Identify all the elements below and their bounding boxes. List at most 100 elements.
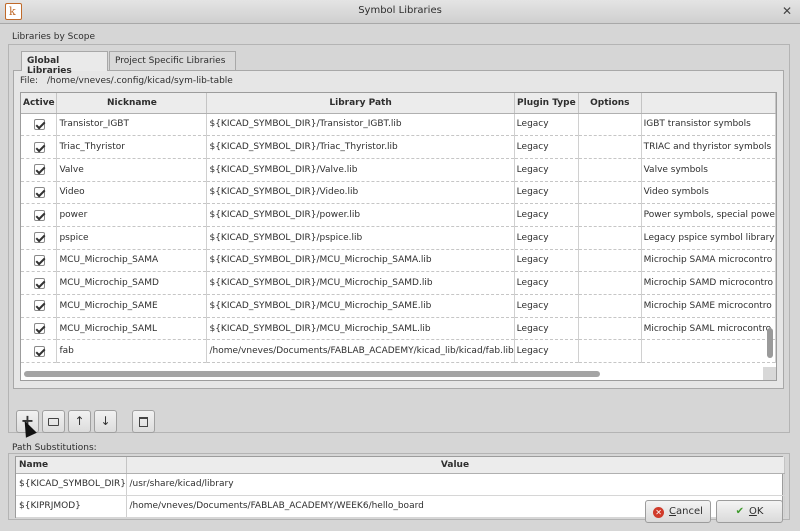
description-cell[interactable]: IGBT transistor symbols — [641, 113, 776, 137]
active-checkbox-cell[interactable] — [21, 158, 58, 182]
description-cell[interactable]: Microchip SAML microcontro — [641, 317, 776, 341]
header-options[interactable]: Options — [578, 93, 642, 114]
table-row[interactable]: power ${KICAD_SYMBOL_DIR}/power.lib Lega… — [21, 203, 776, 227]
checkbox-checked-icon[interactable] — [34, 254, 46, 266]
plugin-type-cell[interactable]: Legacy — [514, 226, 580, 250]
description-cell[interactable]: Microchip SAMA microcontro — [641, 249, 776, 273]
library-path-cell[interactable]: ${KICAD_SYMBOL_DIR}/Triac_Thyristor.lib — [206, 135, 515, 159]
nickname-cell[interactable]: pspice — [56, 226, 208, 250]
checkbox-checked-icon[interactable] — [34, 186, 46, 198]
nickname-cell[interactable]: MCU_Microchip_SAME — [56, 294, 208, 318]
checkbox-checked-icon[interactable] — [34, 232, 46, 244]
horizontal-scroll-thumb[interactable] — [24, 371, 600, 377]
options-cell[interactable] — [578, 181, 642, 205]
checkbox-checked-icon[interactable] — [34, 118, 46, 130]
options-cell[interactable] — [578, 339, 642, 364]
library-table-vertical-scrollbar[interactable] — [765, 93, 775, 367]
table-row[interactable]: MCU_Microchip_SAMD ${KICAD_SYMBOL_DIR}/M… — [21, 271, 776, 295]
library-path-cell[interactable]: ${KICAD_SYMBOL_DIR}/MCU_Microchip_SAMD.l… — [206, 271, 515, 295]
checkbox-checked-icon[interactable] — [34, 277, 46, 289]
ok-button[interactable]: ✔ OK — [716, 500, 783, 523]
library-path-cell[interactable]: ${KICAD_SYMBOL_DIR}/Transistor_IGBT.lib — [206, 113, 515, 137]
table-row[interactable]: ${KICAD_SYMBOL_DIR} /usr/share/kicad/lib… — [16, 473, 785, 496]
nickname-cell[interactable]: MCU_Microchip_SAMA — [56, 249, 208, 273]
checkbox-checked-icon[interactable] — [34, 300, 46, 312]
active-checkbox-cell[interactable] — [21, 249, 58, 273]
description-cell[interactable]: Video symbols — [641, 181, 776, 205]
checkbox-checked-icon[interactable] — [34, 209, 46, 221]
plugin-type-cell[interactable]: Legacy — [514, 181, 580, 205]
options-cell[interactable] — [578, 203, 642, 227]
library-path-cell[interactable]: ${KICAD_SYMBOL_DIR}/power.lib — [206, 203, 515, 227]
description-cell[interactable]: Legacy pspice symbol library — [641, 226, 776, 250]
description-cell[interactable]: Valve symbols — [641, 158, 776, 182]
cancel-button[interactable]: ✕ Cancel — [645, 500, 711, 523]
plugin-type-cell[interactable]: Legacy — [514, 339, 580, 364]
options-cell[interactable] — [578, 135, 642, 159]
library-path-cell[interactable]: ${KICAD_SYMBOL_DIR}/MCU_Microchip_SAML.l… — [206, 317, 515, 341]
tab-project-specific-libraries[interactable]: Project Specific Libraries — [109, 51, 236, 70]
active-checkbox-cell[interactable] — [21, 135, 58, 159]
table-row[interactable]: Transistor_IGBT ${KICAD_SYMBOL_DIR}/Tran… — [21, 113, 776, 137]
header-value[interactable]: Value — [126, 457, 785, 474]
delete-library-button[interactable] — [132, 410, 155, 433]
move-up-button[interactable]: ↑ — [68, 410, 91, 433]
description-cell[interactable]: Microchip SAME microcontro — [641, 294, 776, 318]
description-cell[interactable]: Power symbols, special powe — [641, 203, 776, 227]
plugin-type-cell[interactable]: Legacy — [514, 158, 580, 182]
checkbox-checked-icon[interactable] — [34, 141, 46, 153]
active-checkbox-cell[interactable] — [21, 226, 58, 250]
library-path-cell[interactable]: ${KICAD_SYMBOL_DIR}/MCU_Microchip_SAME.l… — [206, 294, 515, 318]
library-table-horizontal-scrollbar[interactable] — [21, 367, 765, 380]
options-cell[interactable] — [578, 249, 642, 273]
active-checkbox-cell[interactable] — [21, 294, 58, 318]
active-checkbox-cell[interactable] — [21, 339, 58, 364]
table-row[interactable]: Video ${KICAD_SYMBOL_DIR}/Video.lib Lega… — [21, 181, 776, 205]
options-cell[interactable] — [578, 113, 642, 137]
substitution-name-cell[interactable]: ${KIPRJMOD} — [16, 495, 127, 518]
close-window-icon[interactable]: ✕ — [782, 4, 792, 18]
header-plugin-type[interactable]: Plugin Type — [514, 93, 580, 114]
plugin-type-cell[interactable]: Legacy — [514, 317, 580, 341]
table-row[interactable]: fab /home/vneves/Documents/FABLAB_ACADEM… — [21, 339, 776, 364]
substitution-name-cell[interactable]: ${KICAD_SYMBOL_DIR} — [16, 473, 127, 496]
table-row[interactable]: MCU_Microchip_SAML ${KICAD_SYMBOL_DIR}/M… — [21, 317, 776, 341]
plugin-type-cell[interactable]: Legacy — [514, 271, 580, 295]
library-path-cell[interactable]: ${KICAD_SYMBOL_DIR}/Video.lib — [206, 181, 515, 205]
table-row[interactable]: Triac_Thyristor ${KICAD_SYMBOL_DIR}/Tria… — [21, 135, 776, 159]
checkbox-checked-icon[interactable] — [34, 164, 46, 176]
move-down-button[interactable]: ↓ — [94, 410, 117, 433]
header-library-path[interactable]: Library Path — [206, 93, 515, 114]
header-active[interactable]: Active — [21, 93, 58, 114]
plugin-type-cell[interactable]: Legacy — [514, 203, 580, 227]
header-nickname[interactable]: Nickname — [56, 93, 208, 114]
description-cell[interactable]: Microchip SAMD microcontro — [641, 271, 776, 295]
active-checkbox-cell[interactable] — [21, 317, 58, 341]
nickname-cell[interactable]: MCU_Microchip_SAML — [56, 317, 208, 341]
library-path-cell[interactable]: ${KICAD_SYMBOL_DIR}/MCU_Microchip_SAMA.l… — [206, 249, 515, 273]
substitution-value-cell[interactable]: /usr/share/kicad/library — [126, 473, 785, 496]
nickname-cell[interactable]: Triac_Thyristor — [56, 135, 208, 159]
options-cell[interactable] — [578, 317, 642, 341]
header-name[interactable]: Name — [16, 457, 127, 474]
table-row[interactable]: Valve ${KICAD_SYMBOL_DIR}/Valve.lib Lega… — [21, 158, 776, 182]
active-checkbox-cell[interactable] — [21, 113, 58, 137]
description-cell[interactable]: TRIAC and thyristor symbols — [641, 135, 776, 159]
plugin-type-cell[interactable]: Legacy — [514, 294, 580, 318]
description-cell[interactable] — [641, 339, 776, 364]
vertical-scroll-thumb[interactable] — [767, 328, 773, 358]
options-cell[interactable] — [578, 226, 642, 250]
options-cell[interactable] — [578, 271, 642, 295]
checkbox-checked-icon[interactable] — [34, 323, 46, 335]
plugin-type-cell[interactable]: Legacy — [514, 113, 580, 137]
library-table[interactable]: Active Nickname Library Path Plugin Type… — [20, 92, 777, 381]
tab-global-libraries[interactable]: Global Libraries — [21, 51, 108, 76]
table-row[interactable]: MCU_Microchip_SAMA ${KICAD_SYMBOL_DIR}/M… — [21, 249, 776, 273]
table-row[interactable]: pspice ${KICAD_SYMBOL_DIR}/pspice.lib Le… — [21, 226, 776, 250]
plugin-type-cell[interactable]: Legacy — [514, 249, 580, 273]
library-path-cell[interactable]: /home/vneves/Documents/FABLAB_ACADEMY/ki… — [206, 339, 515, 364]
nickname-cell[interactable]: MCU_Microchip_SAMD — [56, 271, 208, 295]
header-description[interactable] — [641, 93, 776, 114]
nickname-cell[interactable]: Video — [56, 181, 208, 205]
library-path-cell[interactable]: ${KICAD_SYMBOL_DIR}/Valve.lib — [206, 158, 515, 182]
